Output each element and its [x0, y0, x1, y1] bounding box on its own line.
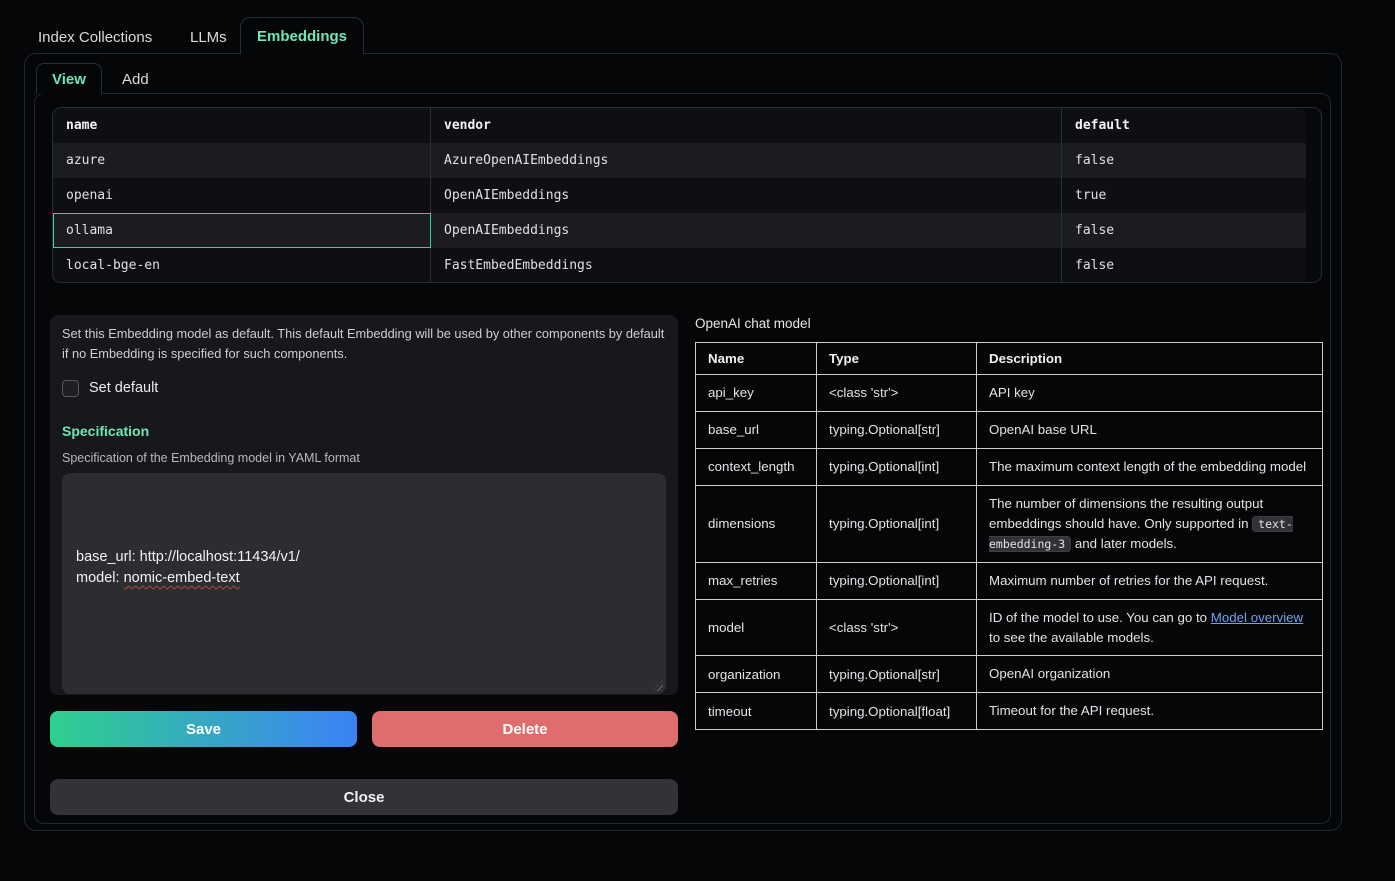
dataframe-cell[interactable]: AzureOpenAIEmbeddings: [431, 143, 1062, 178]
description-text: Timeout for the API request.: [989, 703, 1154, 718]
spec-param-type: typing.Optional[str]: [817, 411, 977, 448]
spec-param-description: The maximum context length of the embedd…: [977, 448, 1323, 485]
embedding-settings-panel: Set this Embedding model as default. Thi…: [50, 315, 678, 695]
spec-table-header-row: NameTypeDescription: [696, 343, 1323, 375]
description-text: to see the available models.: [989, 630, 1154, 645]
table-row: openaiOpenAIEmbeddingstrue: [53, 178, 1306, 213]
description-text: ID of the model to use. You can go to: [989, 610, 1211, 625]
delete-button[interactable]: Delete: [372, 711, 678, 747]
spec-table-row: base_urltyping.Optional[str] OpenAI base …: [696, 411, 1323, 448]
spec-param-description: The number of dimensions the resulting o…: [977, 485, 1323, 562]
tab-embeddings[interactable]: Embeddings: [240, 17, 364, 54]
spec-table-title: OpenAI chat model: [695, 316, 811, 331]
set-default-description: Set this Embedding model as default. Thi…: [62, 324, 666, 365]
spec-table-header-cell: Name: [696, 343, 817, 375]
set-default-checkbox-row[interactable]: Set default: [62, 380, 666, 397]
description-text: The number of dimensions the resulting o…: [989, 496, 1263, 531]
tab-add[interactable]: Add: [122, 71, 149, 88]
spec-param-description: OpenAI base URL: [977, 411, 1323, 448]
dataframe-cell[interactable]: openai: [53, 178, 431, 213]
dataframe-cell[interactable]: local-bge-en: [53, 248, 431, 283]
specification-sublabel: Specification of the Embedding model in …: [62, 451, 666, 465]
set-default-checkbox[interactable]: [62, 380, 79, 397]
dataframe-cell[interactable]: azure: [53, 143, 431, 178]
spec-param-type: typing.Optional[str]: [817, 656, 977, 693]
table-row: local-bge-enFastEmbedEmbeddingsfalse: [53, 248, 1306, 283]
spec-table-row: dimensionstyping.Optional[int] The number…: [696, 485, 1323, 562]
dataframe-cell[interactable]: OpenAIEmbeddings: [431, 213, 1062, 248]
yaml-line: model: nomic-embed-text: [76, 568, 652, 589]
dataframe-cell[interactable]: false: [1062, 248, 1306, 283]
view-tab-panel: namevendordefaultazureAzureOpenAIEmbeddi…: [34, 93, 1331, 824]
dataframe-cell[interactable]: false: [1062, 213, 1306, 248]
spec-table-header-cell: Description: [977, 343, 1323, 375]
spec-param-type: <class 'str'>: [817, 599, 977, 656]
resize-handle[interactable]: [652, 680, 663, 691]
spec-param-description: ID of the model to use. You can go to Mo…: [977, 599, 1323, 656]
dataframe-cell[interactable]: false: [1062, 143, 1306, 178]
dataframe-header-cell[interactable]: name: [53, 108, 431, 143]
dataframe-cell[interactable]: ollama: [53, 213, 431, 248]
specification-heading: Specification: [62, 423, 666, 439]
spec-param-name: dimensions: [696, 485, 817, 562]
spec-param-name: timeout: [696, 693, 817, 730]
spec-param-type: typing.Optional[int]: [817, 448, 977, 485]
dataframe-cell[interactable]: OpenAIEmbeddings: [431, 178, 1062, 213]
description-text: The maximum context length of the embedd…: [989, 459, 1306, 474]
spec-param-type: typing.Optional[int]: [817, 562, 977, 599]
description-text: OpenAI organization: [989, 666, 1110, 681]
dataframe-header-cell[interactable]: vendor: [431, 108, 1062, 143]
spec-param-description: Maximum number of retries for the API re…: [977, 562, 1323, 599]
tab-index-collections[interactable]: Index Collections: [38, 29, 152, 46]
spec-table-row: context_lengthtyping.Optional[int] The ma…: [696, 448, 1323, 485]
close-button[interactable]: Close: [50, 779, 678, 815]
spec-param-name: context_length: [696, 448, 817, 485]
spec-param-description: API key: [977, 375, 1323, 412]
description-text: and later models.: [1071, 536, 1177, 551]
table-row: ollamaOpenAIEmbeddingsfalse: [53, 213, 1306, 248]
embeddings-tab-panel: View Add namevendordefaultazureAzureOpen…: [24, 53, 1342, 831]
description-text: Maximum number of retries for the API re…: [989, 573, 1268, 588]
dataframe-header-row: namevendordefault: [53, 108, 1306, 143]
spec-param-type: typing.Optional[float]: [817, 693, 977, 730]
spec-table-row: api_key<class 'str'> API key: [696, 375, 1323, 412]
table-row: azureAzureOpenAIEmbeddingsfalse: [53, 143, 1306, 178]
dataframe-cell[interactable]: true: [1062, 178, 1306, 213]
yaml-spec-textarea[interactable]: base_url: http://localhost:11434/v1/mode…: [62, 473, 666, 694]
save-button[interactable]: Save: [50, 711, 357, 747]
spec-table-row: model<class 'str'>ID of the model to use…: [696, 599, 1323, 656]
spec-param-name: max_retries: [696, 562, 817, 599]
spec-param-type: <class 'str'>: [817, 375, 977, 412]
tab-view[interactable]: View: [36, 63, 102, 94]
spec-param-name: api_key: [696, 375, 817, 412]
dataframe-header-cell[interactable]: default: [1062, 108, 1306, 143]
spec-param-name: organization: [696, 656, 817, 693]
description-text: OpenAI base URL: [989, 422, 1097, 437]
tab-llms[interactable]: LLMs: [190, 29, 227, 46]
spec-param-description: Timeout for the API request.: [977, 693, 1323, 730]
spec-table-row: organizationtyping.Optional[str] OpenAI o…: [696, 656, 1323, 693]
yaml-line: base_url: http://localhost:11434/v1/: [76, 547, 652, 568]
description-text: API key: [989, 385, 1035, 400]
spec-table-row: max_retriestyping.Optional[int] Maximum n…: [696, 562, 1323, 599]
spec-param-type: typing.Optional[int]: [817, 485, 977, 562]
spec-table-row: timeouttyping.Optional[float] Timeout for…: [696, 693, 1323, 730]
set-default-label: Set default: [89, 380, 158, 396]
spec-param-name: base_url: [696, 411, 817, 448]
dataframe-cell[interactable]: FastEmbedEmbeddings: [431, 248, 1062, 283]
spec-table-header-cell: Type: [817, 343, 977, 375]
spec-table: NameTypeDescription api_key<class 'str'>…: [695, 342, 1323, 730]
spec-param-description: OpenAI organization: [977, 656, 1323, 693]
model-overview-link[interactable]: Model overview: [1211, 610, 1303, 625]
embeddings-table: namevendordefaultazureAzureOpenAIEmbeddi…: [52, 107, 1322, 283]
spec-param-name: model: [696, 599, 817, 656]
